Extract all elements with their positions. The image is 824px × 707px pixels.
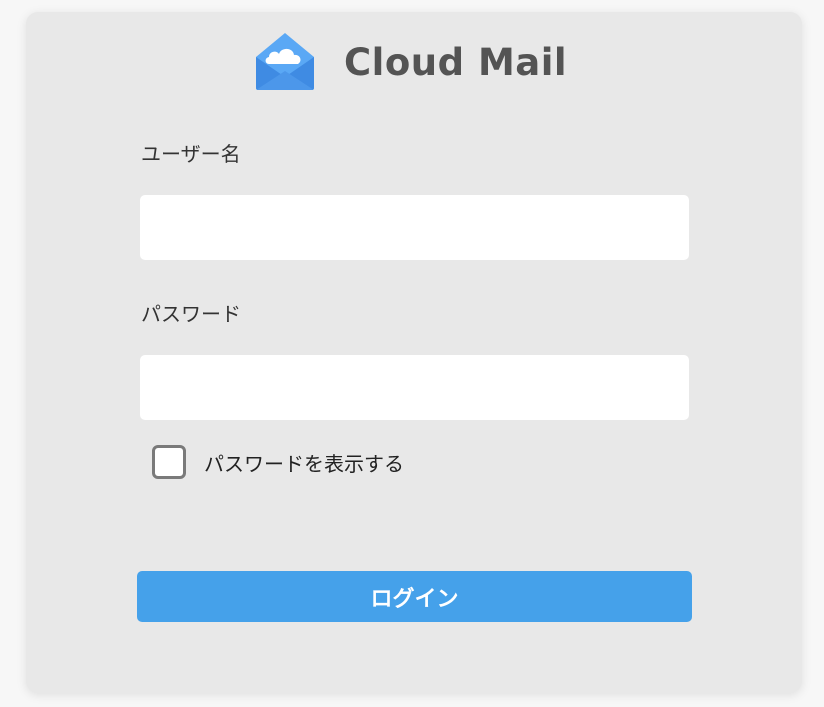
password-input[interactable] [140, 355, 689, 420]
login-button[interactable]: ログイン [137, 571, 692, 622]
show-password-checkbox[interactable] [152, 445, 186, 479]
username-label: ユーザー名 [141, 142, 241, 166]
envelope-cloud-icon [256, 33, 314, 90]
show-password-label[interactable]: パスワードを表示する [204, 448, 404, 477]
username-input[interactable] [140, 195, 689, 260]
app-logo: Cloud Mail [254, 30, 567, 94]
app-name: Cloud Mail [344, 40, 568, 84]
show-password-toggle[interactable]: パスワードを表示する [152, 442, 404, 482]
login-card: Cloud Mail ユーザー名 パスワード パスワードを表示する ログイン [26, 12, 802, 693]
password-label: パスワード [141, 302, 241, 326]
